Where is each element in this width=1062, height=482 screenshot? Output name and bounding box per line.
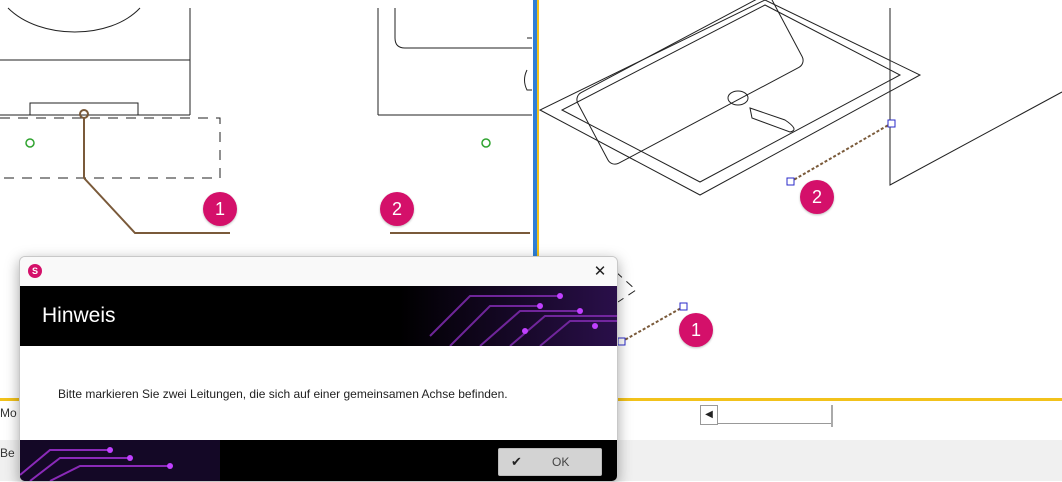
- dialog-title: Hinweis: [42, 304, 116, 327]
- pipe-iso-1[interactable]: [620, 306, 684, 343]
- origin-marker-left: [25, 138, 35, 148]
- callout-marker-2-left: 2: [380, 192, 414, 226]
- hint-dialog: S ✕ Hinweis Bitte markieren Sie zwei Lei…: [19, 256, 618, 482]
- callout-marker-2-iso: 2: [800, 180, 834, 214]
- isometric-view: [538, 0, 1062, 196]
- horizontal-scrollbar-track[interactable]: [717, 405, 831, 424]
- pipe-iso-2-end-grip[interactable]: [887, 119, 896, 128]
- callout-marker-1-iso: 1: [679, 313, 713, 347]
- dialog-message: Bitte markieren Sie zwei Leitungen, die …: [58, 387, 508, 401]
- pipe-iso-2[interactable]: [789, 122, 893, 183]
- dialog-body: Bitte markieren Sie zwei Leitungen, die …: [20, 346, 617, 440]
- ok-button[interactable]: ✔ OK: [498, 448, 602, 476]
- hidden-edge-fragment: [615, 271, 637, 303]
- callout-marker-1-left: 1: [203, 192, 237, 226]
- scroll-left-button[interactable]: ◀: [700, 405, 718, 425]
- circuit-pattern-footer: [20, 440, 220, 481]
- dialog-header: Hinweis: [20, 286, 617, 346]
- pipe-endpoint-left: [79, 109, 89, 119]
- ok-button-label: OK: [552, 455, 570, 469]
- app-logo-icon: S: [28, 264, 42, 278]
- front-view-left: [0, 7, 221, 179]
- pipe-iso-1-end-grip[interactable]: [679, 302, 688, 311]
- background-label-bottom: Be: [0, 446, 15, 460]
- close-icon[interactable]: ✕: [589, 260, 611, 282]
- dialog-footer: ✔ OK: [20, 440, 617, 481]
- side-view-middle: [377, 8, 532, 116]
- horizontal-scrollbar-thumb[interactable]: [831, 405, 833, 427]
- pipe-iso-2-start-grip[interactable]: [786, 177, 795, 186]
- background-label-top: Mo: [0, 406, 17, 420]
- viewport-divider[interactable]: [533, 0, 537, 256]
- checkmark-icon: ✔: [511, 454, 522, 469]
- origin-marker-middle: [481, 138, 491, 148]
- pipe-iso-1-start-grip[interactable]: [617, 337, 626, 346]
- dialog-titlebar[interactable]: S ✕: [20, 257, 617, 286]
